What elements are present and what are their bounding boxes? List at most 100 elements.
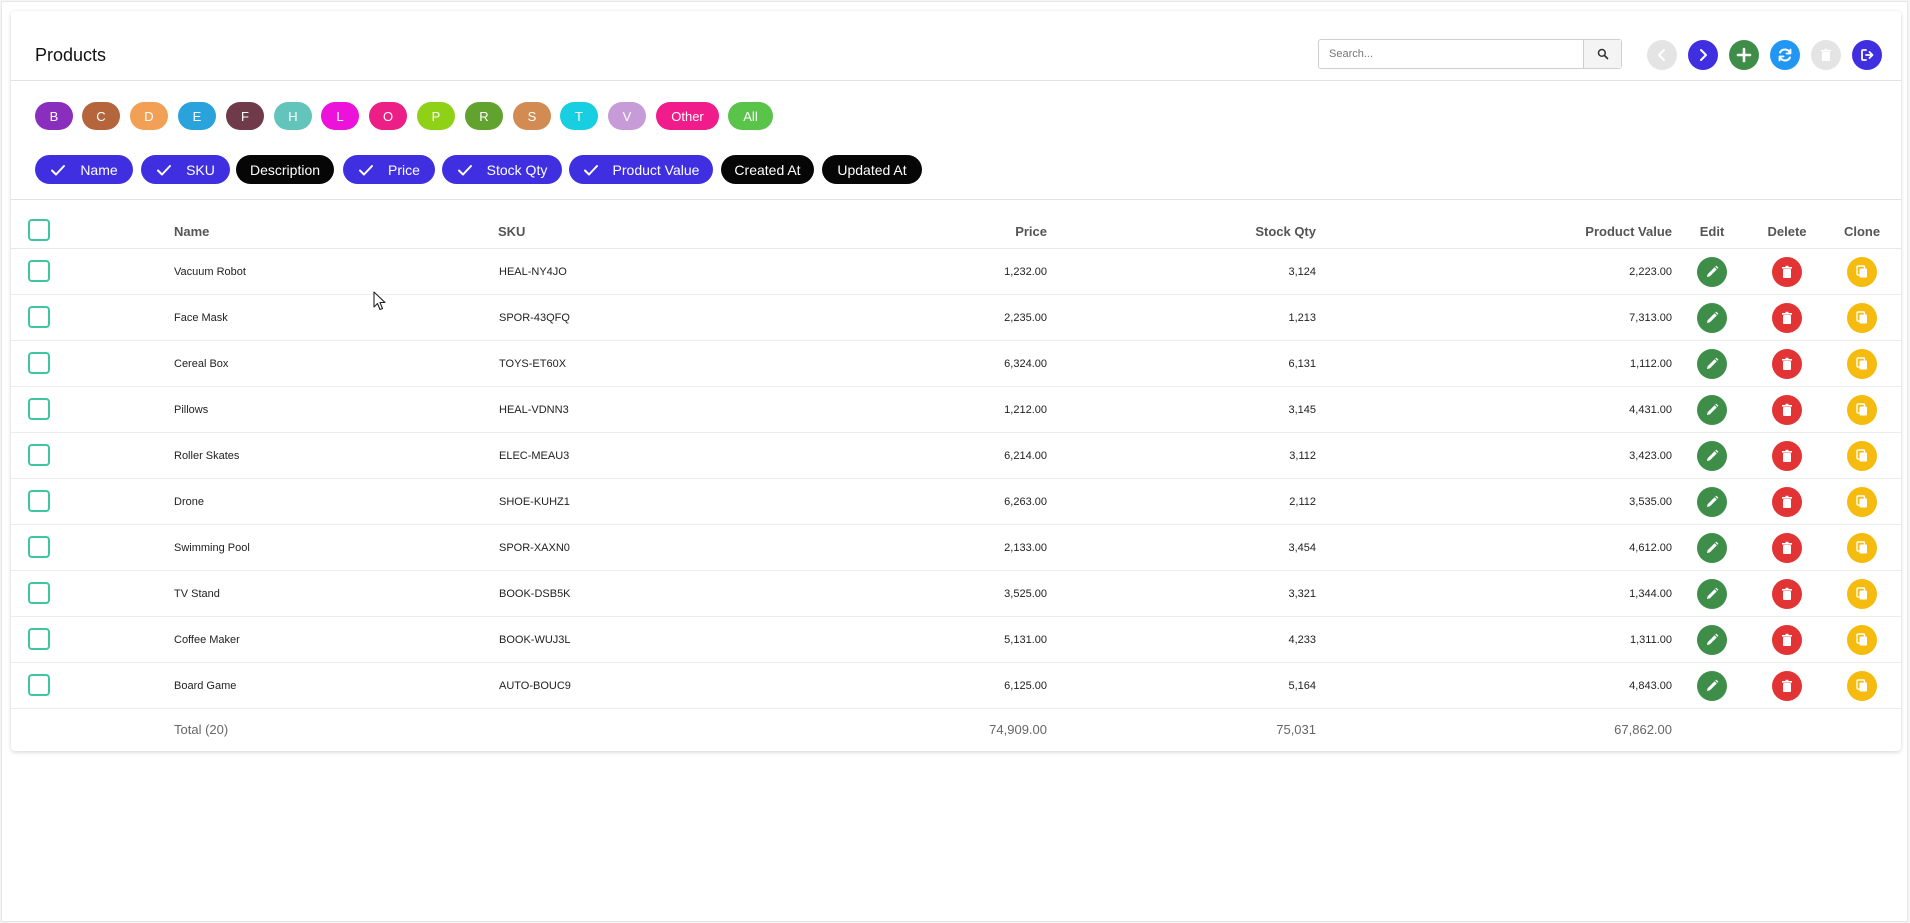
letter-filter-p[interactable]: P <box>417 102 455 130</box>
clone-button[interactable] <box>1847 441 1877 471</box>
column-header-edit: Edit <box>1699 224 1725 239</box>
edit-button[interactable] <box>1697 579 1727 609</box>
refresh-button[interactable] <box>1770 40 1800 70</box>
letter-filter-o[interactable]: O <box>369 102 407 130</box>
clone-button[interactable] <box>1847 533 1877 563</box>
row-checkbox[interactable] <box>28 398 50 420</box>
check-icon <box>583 164 598 175</box>
cell-stock-qty: 3,454 <box>1288 542 1316 554</box>
column-header-stock-qty[interactable]: Stock Qty <box>1161 224 1316 239</box>
column-toggle-name[interactable]: Name <box>35 155 133 184</box>
clone-button[interactable] <box>1847 579 1877 609</box>
row-checkbox[interactable] <box>28 306 50 328</box>
chevron-left-icon <box>1658 49 1665 61</box>
delete-button[interactable] <box>1772 625 1802 655</box>
cell-price: 3,525.00 <box>1004 588 1047 600</box>
cell-name: Coffee Maker <box>174 634 240 646</box>
delete-button[interactable] <box>1772 349 1802 379</box>
letter-filter-c[interactable]: C <box>82 102 120 130</box>
delete-button[interactable] <box>1772 671 1802 701</box>
next-page-button[interactable] <box>1688 40 1718 70</box>
edit-button[interactable] <box>1697 303 1727 333</box>
column-toggle-stock-qty[interactable]: Stock Qty <box>442 155 562 184</box>
row-checkbox[interactable] <box>28 490 50 512</box>
edit-button[interactable] <box>1697 487 1727 517</box>
edit-button[interactable] <box>1697 625 1727 655</box>
letter-filter-h[interactable]: H <box>274 102 312 130</box>
row-checkbox[interactable] <box>28 674 50 696</box>
letter-filter-l[interactable]: L <box>321 102 359 130</box>
edit-button[interactable] <box>1697 349 1727 379</box>
delete-button[interactable] <box>1772 487 1802 517</box>
delete-button[interactable] <box>1772 257 1802 287</box>
column-toggle-price[interactable]: Price <box>343 155 435 184</box>
column-toggle-product-value[interactable]: Product Value <box>569 155 713 184</box>
cell-stock-qty: 4,233 <box>1288 634 1316 646</box>
cell-stock-qty: 1,213 <box>1288 312 1316 324</box>
delete-button[interactable] <box>1772 303 1802 333</box>
search-input[interactable] <box>1319 40 1583 68</box>
row-checkbox[interactable] <box>28 536 50 558</box>
edit-button[interactable] <box>1697 395 1727 425</box>
edit-button[interactable] <box>1697 533 1727 563</box>
search-button[interactable] <box>1583 40 1621 68</box>
clone-button[interactable] <box>1847 487 1877 517</box>
clone-button[interactable] <box>1847 349 1877 379</box>
copy-icon <box>1856 679 1867 692</box>
table-row: Drone SHOE-KUHZ1 6,263.00 2,112 3,535.00 <box>11 479 1901 525</box>
clone-button[interactable] <box>1847 395 1877 425</box>
letter-filter-v[interactable]: V <box>608 102 646 130</box>
column-header-sku[interactable]: SKU <box>498 224 525 239</box>
row-checkbox[interactable] <box>28 444 50 466</box>
table-row: Swimming Pool SPOR-XAXN0 2,133.00 3,454 4,61… <box>11 525 1901 571</box>
column-toggle-updated-at[interactable]: Updated At <box>822 155 922 184</box>
clone-button[interactable] <box>1847 303 1877 333</box>
delete-button[interactable] <box>1772 579 1802 609</box>
delete-button[interactable] <box>1772 441 1802 471</box>
delete-button[interactable] <box>1772 395 1802 425</box>
clone-button[interactable] <box>1847 625 1877 655</box>
edit-button[interactable] <box>1697 257 1727 287</box>
cell-product-value: 3,535.00 <box>1629 496 1672 508</box>
column-header-price[interactable]: Price <box>911 224 1047 239</box>
cell-stock-qty: 2,112 <box>1289 496 1316 508</box>
letter-filter-e[interactable]: E <box>178 102 216 130</box>
cell-name: TV Stand <box>174 588 220 600</box>
cell-product-value: 2,223.00 <box>1629 266 1672 278</box>
cell-price: 2,235.00 <box>1004 312 1047 324</box>
clone-button[interactable] <box>1847 257 1877 287</box>
letter-filter-r[interactable]: R <box>465 102 503 130</box>
letter-filter-all[interactable]: All <box>728 102 773 130</box>
letter-filter-d[interactable]: D <box>130 102 168 130</box>
select-all-checkbox[interactable] <box>28 219 50 241</box>
add-product-button[interactable] <box>1729 40 1759 70</box>
table-row: Pillows HEAL-VDNN3 1,212.00 3,145 4,431.00 <box>11 387 1901 433</box>
column-toggle-description[interactable]: Description <box>236 155 334 184</box>
edit-button[interactable] <box>1697 441 1727 471</box>
letter-filter-s[interactable]: S <box>513 102 551 130</box>
delete-button[interactable] <box>1772 533 1802 563</box>
row-checkbox[interactable] <box>28 582 50 604</box>
delete-selected-button[interactable] <box>1811 40 1841 70</box>
row-checkbox[interactable] <box>28 352 50 374</box>
letter-filter-b[interactable]: B <box>35 102 73 130</box>
letter-filter-f[interactable]: F <box>226 102 264 130</box>
table-row: Cereal Box TOYS-ET60X 6,324.00 6,131 1,112.0… <box>11 341 1901 387</box>
previous-page-button[interactable] <box>1647 40 1677 70</box>
logout-button[interactable] <box>1852 40 1882 70</box>
column-toggle-created-at[interactable]: Created At <box>721 155 814 184</box>
column-header-name[interactable]: Name <box>174 224 209 239</box>
edit-button[interactable] <box>1697 671 1727 701</box>
cell-name: Board Game <box>174 680 237 692</box>
clone-button[interactable] <box>1847 671 1877 701</box>
column-header-product-value[interactable]: Product Value <box>1511 224 1672 239</box>
cell-product-value: 7,313.00 <box>1629 312 1672 324</box>
trash-icon <box>1782 541 1792 554</box>
cell-product-value: 1,112.00 <box>1629 358 1672 370</box>
row-checkbox[interactable] <box>28 628 50 650</box>
trash-icon <box>1782 449 1792 462</box>
row-checkbox[interactable] <box>28 260 50 282</box>
column-toggle-sku[interactable]: SKU <box>141 155 230 184</box>
letter-filter-t[interactable]: T <box>560 102 598 130</box>
letter-filter-other[interactable]: Other <box>656 102 719 130</box>
